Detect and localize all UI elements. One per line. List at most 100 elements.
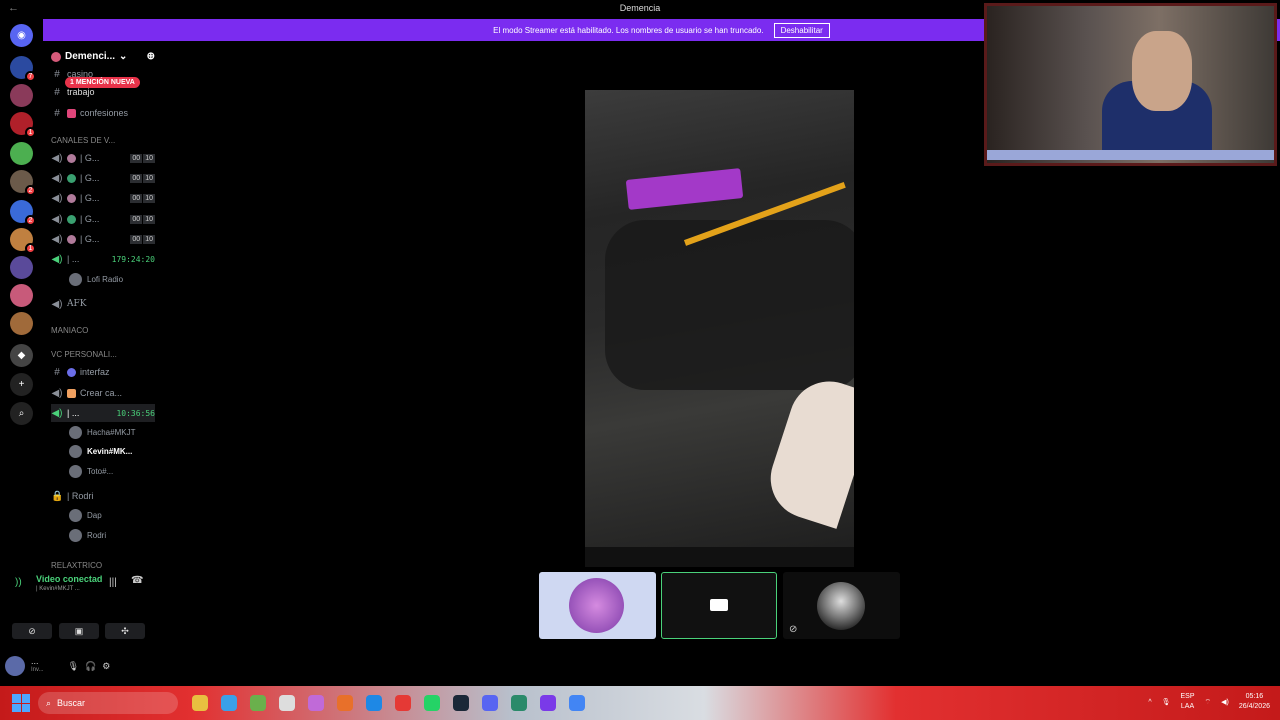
unread-badge: 2	[25, 185, 36, 196]
channel-rodri[interactable]: 🔒 | Rodri	[51, 487, 155, 505]
avatar	[69, 444, 82, 458]
mic-icon[interactable]: 🎙	[68, 661, 79, 672]
participant-tile[interactable]	[539, 572, 656, 639]
emoji-icon	[67, 173, 76, 183]
hash-icon: #	[54, 68, 60, 80]
taskbar-app-icon[interactable]	[511, 695, 527, 711]
system-tray: ^ 🎙 ESP LAA ⌔ ◀) 05:16 26/4/2026	[1148, 692, 1270, 712]
taskbar-app-icon[interactable]	[337, 695, 353, 711]
language-indicator[interactable]: ESP LAA	[1181, 692, 1195, 712]
disconnect-icon[interactable]: ☎	[131, 575, 143, 586]
server-icon[interactable]: +	[10, 373, 33, 396]
voice-channel[interactable]: ◀) | G... 00 10	[51, 169, 155, 187]
server-icon[interactable]: ◆	[10, 344, 33, 367]
screen-share-button[interactable]: ▣	[59, 623, 99, 639]
taskbar: ⌕ Buscar ^ 🎙 ESP LAA ⌔ ◀) 05:16 26/4/2026	[0, 686, 1280, 720]
server-icon[interactable]	[10, 84, 33, 107]
activities-button[interactable]: ✣	[105, 623, 145, 639]
taskbar-app-icon[interactable]	[540, 695, 556, 711]
taskbar-app-icon[interactable]	[192, 695, 208, 711]
server-icon[interactable]: 2	[10, 170, 36, 196]
camera-off-button[interactable]: ⊘	[12, 623, 52, 639]
voice-status[interactable]: Video conectad	[36, 574, 102, 584]
channel-afk[interactable]: ◀) AFK	[51, 295, 155, 313]
channel-trabajo[interactable]: # trabajo	[51, 83, 155, 101]
taskbar-search[interactable]: ⌕ Buscar	[38, 692, 178, 714]
invite-icon[interactable]: ⊕	[147, 51, 155, 62]
server-icon[interactable]: 2	[10, 200, 36, 226]
participant-tile[interactable]: ⊘	[783, 572, 900, 639]
emoji-icon	[67, 234, 76, 244]
category-vc[interactable]: VC PERSONALI...	[51, 350, 117, 359]
emoji-icon	[67, 193, 76, 203]
channel-active-voice[interactable]: ◀) | ... 10:36:56	[51, 404, 155, 422]
headset-icon[interactable]: 🎧	[85, 661, 96, 672]
disable-streamer-button[interactable]: Deshabilitar	[773, 22, 830, 38]
user-panel: ... Inv... 🎙 🎧 ⚙	[5, 653, 155, 679]
windows-start-icon[interactable]	[12, 694, 30, 712]
speaker-icon: ◀)	[51, 192, 63, 204]
server-icon[interactable]: ⌕	[10, 402, 33, 425]
taskbar-app-icon[interactable]	[250, 695, 266, 711]
participant-tile-self[interactable]	[661, 572, 777, 639]
voice-channel[interactable]: ◀) | G... 00 10	[51, 189, 155, 207]
taskbar-app-icon[interactable]	[308, 695, 324, 711]
taskbar-app-icon[interactable]	[395, 695, 411, 711]
taskbar-app-icon[interactable]	[221, 695, 237, 711]
guild-header[interactable]: Demenci... ⌄ ⊕	[51, 51, 155, 62]
soundboard-icon[interactable]: |||	[109, 577, 117, 588]
person-image	[1132, 31, 1192, 111]
taskbar-app-icon[interactable]	[366, 695, 382, 711]
channel-sidebar: Demenci... ⌄ ⊕ 1 MENCIÓN NUEVA # casino #…	[43, 41, 158, 568]
category-bottom[interactable]: relaxtrico	[51, 561, 102, 568]
voice-member[interactable]: Dap	[69, 507, 102, 523]
server-icon[interactable]	[10, 256, 33, 279]
speaker-icon: ◀)	[51, 407, 63, 419]
controller-image	[605, 220, 854, 390]
unread-badge: 1	[25, 127, 36, 138]
gear-icon[interactable]: ⚙	[102, 661, 110, 672]
screen-share-stream[interactable]	[585, 90, 854, 567]
taskbar-app-icon[interactable]	[482, 695, 498, 711]
server-icon[interactable]: 7	[10, 56, 36, 82]
category-voice[interactable]: CANALES DE V...	[51, 136, 115, 145]
wifi-icon[interactable]: ⌔	[1205, 698, 1212, 707]
hash-icon: #	[54, 366, 60, 378]
category-maniaco[interactable]: MANIACO	[51, 326, 88, 335]
taskbar-app-icon[interactable]	[424, 695, 440, 711]
signal-icon: ))	[15, 577, 22, 588]
channel-music[interactable]: ◀) | ... 179:24:20	[51, 250, 155, 268]
server-icon[interactable]	[10, 142, 33, 165]
avatar[interactable]	[5, 656, 25, 676]
voice-channel[interactable]: ◀) | G... 00 10	[51, 210, 155, 228]
emoji-icon	[67, 388, 76, 398]
volume-icon[interactable]: ◀)	[1221, 698, 1229, 706]
channel-confesiones[interactable]: # confesiones	[51, 104, 155, 122]
speaker-icon: ◀)	[51, 152, 63, 164]
voice-panel: )) Video conectad | Kevin#MKJT ... ||| ☎…	[7, 568, 152, 639]
speaker-icon: ◀)	[51, 387, 63, 399]
channel-casino[interactable]: # casino	[51, 65, 155, 83]
server-icon[interactable]	[10, 284, 33, 307]
server-icon[interactable]: 1	[10, 228, 36, 254]
server-icon[interactable]: 1	[10, 112, 36, 138]
speaker-icon: ◀)	[51, 298, 63, 310]
member-lofi[interactable]: Lofi Radio	[69, 271, 123, 287]
mic-icon[interactable]: 🎙	[1162, 698, 1171, 706]
server-icon[interactable]	[10, 312, 33, 335]
channel-interfaz[interactable]: # interfaz	[51, 363, 155, 381]
voice-member[interactable]: Rodri	[69, 527, 106, 543]
voice-member[interactable]: Hacha#MKJT	[69, 424, 135, 440]
avatar	[69, 508, 82, 522]
channel-crear[interactable]: ◀) Crear ca...	[51, 384, 155, 402]
voice-member[interactable]: Kevin#MK...	[69, 443, 132, 459]
voice-channel[interactable]: ◀) | G... 00 10	[51, 149, 155, 167]
taskbar-app-icon[interactable]	[279, 695, 295, 711]
voice-channel[interactable]: ◀) | G... 00 10	[51, 230, 155, 248]
taskbar-app-icon[interactable]	[569, 695, 585, 711]
voice-member[interactable]: Toto#...	[69, 463, 113, 479]
chevron-up-icon[interactable]: ^	[1148, 699, 1151, 706]
server-icon[interactable]: ◉	[10, 24, 33, 47]
taskbar-app-icon[interactable]	[453, 695, 469, 711]
clock[interactable]: 05:16 26/4/2026	[1239, 692, 1270, 712]
